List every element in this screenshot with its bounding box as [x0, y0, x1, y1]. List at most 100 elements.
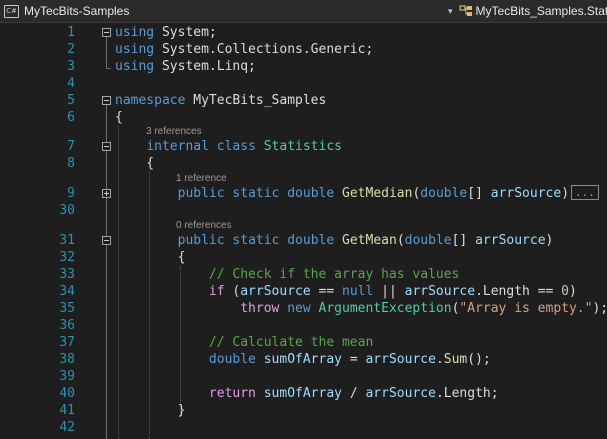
- code-token: public: [177, 233, 225, 248]
- code-token: {: [115, 250, 186, 265]
- code-line[interactable]: using System;: [115, 24, 217, 41]
- line-number: 42: [59, 420, 75, 435]
- code-token: Statistics: [263, 139, 343, 154]
- code-token: (: [224, 284, 241, 299]
- code-line[interactable]: using System.Collections.Generic;: [115, 41, 373, 58]
- class-icon: [458, 5, 472, 16]
- code-token: arrSource: [475, 233, 546, 248]
- code-token: GetMedian: [342, 186, 413, 201]
- code-line[interactable]: return sumOfArray / arrSource.Length;: [115, 385, 499, 402]
- code-line[interactable]: // Check if the array has values: [115, 266, 459, 283]
- code-token: null: [342, 284, 374, 299]
- collapse-icon[interactable]: [102, 96, 111, 105]
- line-number: 36: [59, 318, 75, 333]
- code-editor[interactable]: 1 2 3 4 5 6 7 8 9 30 31 32 33 34 35 36 3…: [0, 23, 607, 439]
- code-token: .: [435, 352, 444, 367]
- code-token: // Check if the array has values: [208, 267, 460, 282]
- project-dropdown[interactable]: C# MyTecBits-Samples: [4, 3, 129, 19]
- code-line[interactable]: // Calculate the mean: [115, 334, 373, 351]
- code-token: ): [561, 186, 570, 201]
- code-token: []: [467, 186, 491, 201]
- code-token: double: [287, 233, 335, 248]
- code-token: sumOfArray: [263, 352, 342, 367]
- code-token: []: [451, 233, 476, 248]
- line-number: 31: [59, 233, 75, 248]
- code-token: static: [232, 186, 280, 201]
- class-dropdown[interactable]: ▾ MyTecBits_Samples.Stati: [448, 3, 607, 19]
- code-token: arrSource: [490, 186, 562, 201]
- code-token: .Length;: [435, 386, 499, 401]
- code-token: ==: [310, 284, 342, 299]
- code-line[interactable]: {: [115, 155, 154, 172]
- code-token: (: [396, 233, 405, 248]
- line-number: 4: [67, 76, 75, 91]
- chevron-down-icon[interactable]: ▾: [448, 6, 453, 17]
- code-token: 0: [561, 284, 569, 299]
- collapsed-code-indicator[interactable]: ...: [571, 185, 599, 200]
- code-token: throw: [240, 301, 280, 316]
- code-token: ||: [373, 284, 405, 299]
- code-line[interactable]: namespace MyTecBits_Samples: [115, 92, 326, 109]
- code-line[interactable]: internal class Statistics: [115, 138, 342, 155]
- codelens-references[interactable]: 0 references: [176, 219, 232, 232]
- code-line[interactable]: public static double GetMedian(double[] …: [115, 185, 599, 202]
- code-token: System.Linq;: [154, 59, 256, 74]
- code-line[interactable]: {: [115, 249, 186, 266]
- outline-line: [106, 37, 107, 69]
- line-number: 3: [67, 59, 75, 74]
- code-token: class: [216, 139, 256, 154]
- code-token: double: [287, 186, 335, 201]
- code-token: System.Collections.Generic;: [154, 42, 374, 57]
- code-token: /: [342, 386, 366, 401]
- code-token: MyTecBits_Samples: [185, 93, 327, 108]
- code-token: namespace: [115, 93, 186, 108]
- code-line[interactable]: public static double GetMean(double[] ar…: [115, 232, 554, 249]
- code-token: ();: [467, 352, 491, 367]
- code-token: ): [545, 233, 554, 248]
- collapse-icon[interactable]: [102, 28, 111, 37]
- collapse-icon[interactable]: [102, 236, 111, 245]
- code-line[interactable]: using System.Linq;: [115, 58, 256, 75]
- code-token: =: [342, 352, 366, 367]
- code-line[interactable]: throw new ArgumentException("Array is em…: [115, 300, 607, 317]
- project-name: MyTecBits-Samples: [24, 4, 130, 18]
- codelens-references[interactable]: 1 reference: [176, 172, 227, 185]
- code-token: Sum: [443, 352, 468, 367]
- navigation-bar: C# MyTecBits-Samples ▾ MyTecBits_Samples…: [0, 0, 607, 23]
- code-line[interactable]: }: [115, 402, 186, 419]
- line-number: 6: [67, 110, 75, 125]
- line-number: 35: [59, 301, 75, 316]
- collapse-icon[interactable]: [102, 142, 111, 151]
- code-token: {: [115, 110, 123, 125]
- expand-icon[interactable]: [102, 189, 111, 198]
- code-line[interactable]: if (arrSource == null || arrSource.Lengt…: [115, 283, 577, 300]
- code-token: double: [420, 186, 468, 201]
- code-token: using: [115, 42, 155, 57]
- code-token: using: [115, 59, 155, 74]
- code-token: {: [115, 156, 155, 171]
- line-number: 8: [67, 156, 75, 171]
- code-line[interactable]: double sumOfArray = arrSource.Sum();: [115, 351, 491, 368]
- code-line[interactable]: {: [115, 109, 123, 126]
- csharp-project-icon: C#: [4, 4, 19, 18]
- code-token: static: [232, 233, 280, 248]
- codelens-references[interactable]: 3 references: [146, 125, 202, 138]
- code-token: ArgumentException: [318, 301, 452, 316]
- line-number: 9: [67, 186, 75, 201]
- code-token: );: [592, 301, 607, 316]
- code-token: .Length ==: [475, 284, 562, 299]
- line-number: 33: [59, 267, 75, 282]
- code-token: arrSource: [365, 352, 436, 367]
